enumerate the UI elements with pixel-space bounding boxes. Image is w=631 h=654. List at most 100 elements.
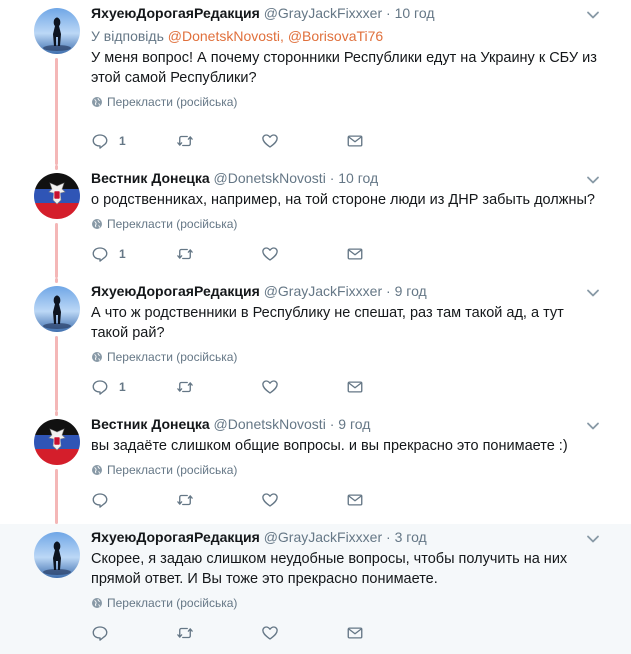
direct-message-button[interactable]	[346, 623, 431, 643]
hooded-figure-avatar[interactable]	[34, 8, 80, 54]
tweet-header: ЯхуеюДорогаяРедакция @GrayJackFixxxer · …	[91, 528, 601, 547]
hooded-figure-avatar[interactable]	[34, 532, 80, 578]
author-handle[interactable]: @DonetskNovosti	[214, 416, 326, 432]
translate-label: Перекласти (російська)	[107, 95, 238, 109]
separator-dot: ·	[329, 170, 335, 186]
retweet-button[interactable]	[176, 623, 261, 643]
reply-button[interactable]	[91, 623, 176, 643]
separator-dot: ·	[386, 5, 391, 21]
retweet-button[interactable]	[176, 377, 261, 397]
author-handle[interactable]: @GrayJackFixxxer	[264, 5, 382, 21]
tweet-header: Вестник Донецка @DonetskNovosti · 10 год	[91, 169, 601, 188]
like-button[interactable]	[261, 623, 346, 643]
like-button[interactable]	[261, 131, 346, 151]
direct-message-button[interactable]	[346, 377, 431, 397]
reply-count: 1	[119, 380, 126, 394]
hooded-figure-avatar[interactable]	[34, 286, 80, 332]
retweet-icon	[176, 132, 194, 150]
thread-connector-line	[55, 278, 58, 283]
chevron-down-icon[interactable]	[585, 418, 601, 434]
direct-message-button[interactable]	[346, 490, 431, 510]
retweet-icon	[176, 624, 194, 642]
like-button[interactable]	[261, 244, 346, 264]
thread-connector-line	[55, 165, 58, 170]
translate-label: Перекласти (російська)	[107, 217, 238, 231]
tweet-timestamp[interactable]: 10 год	[395, 5, 435, 21]
reply-icon	[91, 378, 109, 396]
tweet-text: вы задаёте слишком общие вопросы. и вы п…	[91, 438, 568, 454]
translate-link[interactable]: Перекласти (російська)	[91, 462, 601, 478]
retweet-icon	[176, 378, 194, 396]
tweet-text: о родственниках, например, на той сторон…	[91, 192, 595, 208]
chevron-down-icon[interactable]	[585, 7, 601, 23]
tweet[interactable]: Вестник Донецка @DonetskNovosti · 10 год…	[0, 165, 631, 278]
heart-icon	[261, 491, 279, 509]
thread-connector-line	[55, 336, 58, 411]
separator-dot: ·	[329, 416, 335, 432]
author-fullname[interactable]: Вестник Донецка	[91, 416, 210, 432]
author-fullname[interactable]: ЯхуеюДорогаяРедакция	[91, 529, 260, 545]
globe-icon	[91, 218, 103, 230]
reply-mentions-link[interactable]: @DonetskNovosti, @BorisovaTi76	[168, 28, 383, 44]
reply-context: У відповідь @DonetskNovosti, @BorisovaTi…	[91, 27, 601, 46]
globe-icon	[91, 351, 103, 363]
reply-icon	[91, 132, 109, 150]
author-handle[interactable]: @DonetskNovosti	[214, 170, 326, 186]
tweet-timestamp[interactable]: 9 год	[395, 283, 427, 299]
translate-link[interactable]: Перекласти (російська)	[91, 595, 601, 611]
tweet-actions: 1	[91, 131, 431, 151]
reply-button[interactable]	[91, 490, 176, 510]
retweet-icon	[176, 245, 194, 263]
reply-button[interactable]: 1	[91, 244, 176, 264]
like-button[interactable]	[261, 377, 346, 397]
mail-icon	[346, 491, 364, 509]
translate-link[interactable]: Перекласти (російська)	[91, 349, 601, 365]
author-fullname[interactable]: ЯхуеюДорогаяРедакция	[91, 283, 260, 299]
tweet-header: ЯхуеюДорогаяРедакция @GrayJackFixxxer · …	[91, 282, 601, 301]
tweet[interactable]: ЯхуеюДорогаяРедакция @GrayJackFixxxer · …	[0, 0, 631, 165]
reply-icon	[91, 491, 109, 509]
thread-connector-line	[55, 58, 58, 165]
reply-icon	[91, 624, 109, 642]
retweet-button[interactable]	[176, 244, 261, 264]
separator-dot: ·	[386, 529, 391, 545]
tweet-actions	[91, 490, 431, 510]
separator-dot: ·	[386, 283, 391, 299]
tweet-focused[interactable]: ЯхуеюДорогаяРедакция @GrayJackFixxxer · …	[0, 524, 631, 654]
author-handle[interactable]: @GrayJackFixxxer	[264, 283, 382, 299]
tweet-timestamp[interactable]: 9 год	[338, 416, 370, 432]
retweet-button[interactable]	[176, 131, 261, 151]
translate-label: Перекласти (російська)	[107, 463, 238, 477]
chevron-down-icon[interactable]	[585, 531, 601, 547]
tweet-header: ЯхуеюДорогаяРедакция @GrayJackFixxxer · …	[91, 4, 601, 23]
tweet-actions: 1	[91, 377, 431, 397]
tweet-timestamp[interactable]: 3 год	[395, 529, 427, 545]
translate-label: Перекласти (російська)	[107, 350, 238, 364]
chevron-down-icon[interactable]	[585, 285, 601, 301]
author-handle[interactable]: @GrayJackFixxxer	[264, 529, 382, 545]
heart-icon	[261, 132, 279, 150]
tweet[interactable]: Вестник Донецка @DonetskNovosti · 9 год …	[0, 411, 631, 524]
tweet[interactable]: ЯхуеюДорогаяРедакция @GrayJackFixxxer · …	[0, 278, 631, 411]
reply-prefix: У відповідь	[91, 28, 164, 44]
mail-icon	[346, 245, 364, 263]
dnr-flag-avatar[interactable]	[34, 419, 80, 465]
mail-icon	[346, 132, 364, 150]
reply-button[interactable]: 1	[91, 131, 176, 151]
like-button[interactable]	[261, 490, 346, 510]
author-fullname[interactable]: Вестник Донецка	[91, 170, 210, 186]
author-fullname[interactable]: ЯхуеюДорогаяРедакция	[91, 5, 260, 21]
direct-message-button[interactable]	[346, 131, 431, 151]
reply-button[interactable]: 1	[91, 377, 176, 397]
translate-link[interactable]: Перекласти (російська)	[91, 216, 601, 232]
dnr-flag-avatar[interactable]	[34, 173, 80, 219]
tweet-timestamp[interactable]: 10 год	[338, 170, 378, 186]
translate-link[interactable]: Перекласти (російська)	[91, 94, 601, 110]
tweet-text: Скорее, я задаю слишком неудобные вопрос…	[91, 551, 568, 587]
chevron-down-icon[interactable]	[585, 172, 601, 188]
tweet-actions	[91, 623, 431, 643]
translate-label: Перекласти (російська)	[107, 596, 238, 610]
thread-connector-line	[55, 223, 58, 278]
retweet-button[interactable]	[176, 490, 261, 510]
direct-message-button[interactable]	[346, 244, 431, 264]
